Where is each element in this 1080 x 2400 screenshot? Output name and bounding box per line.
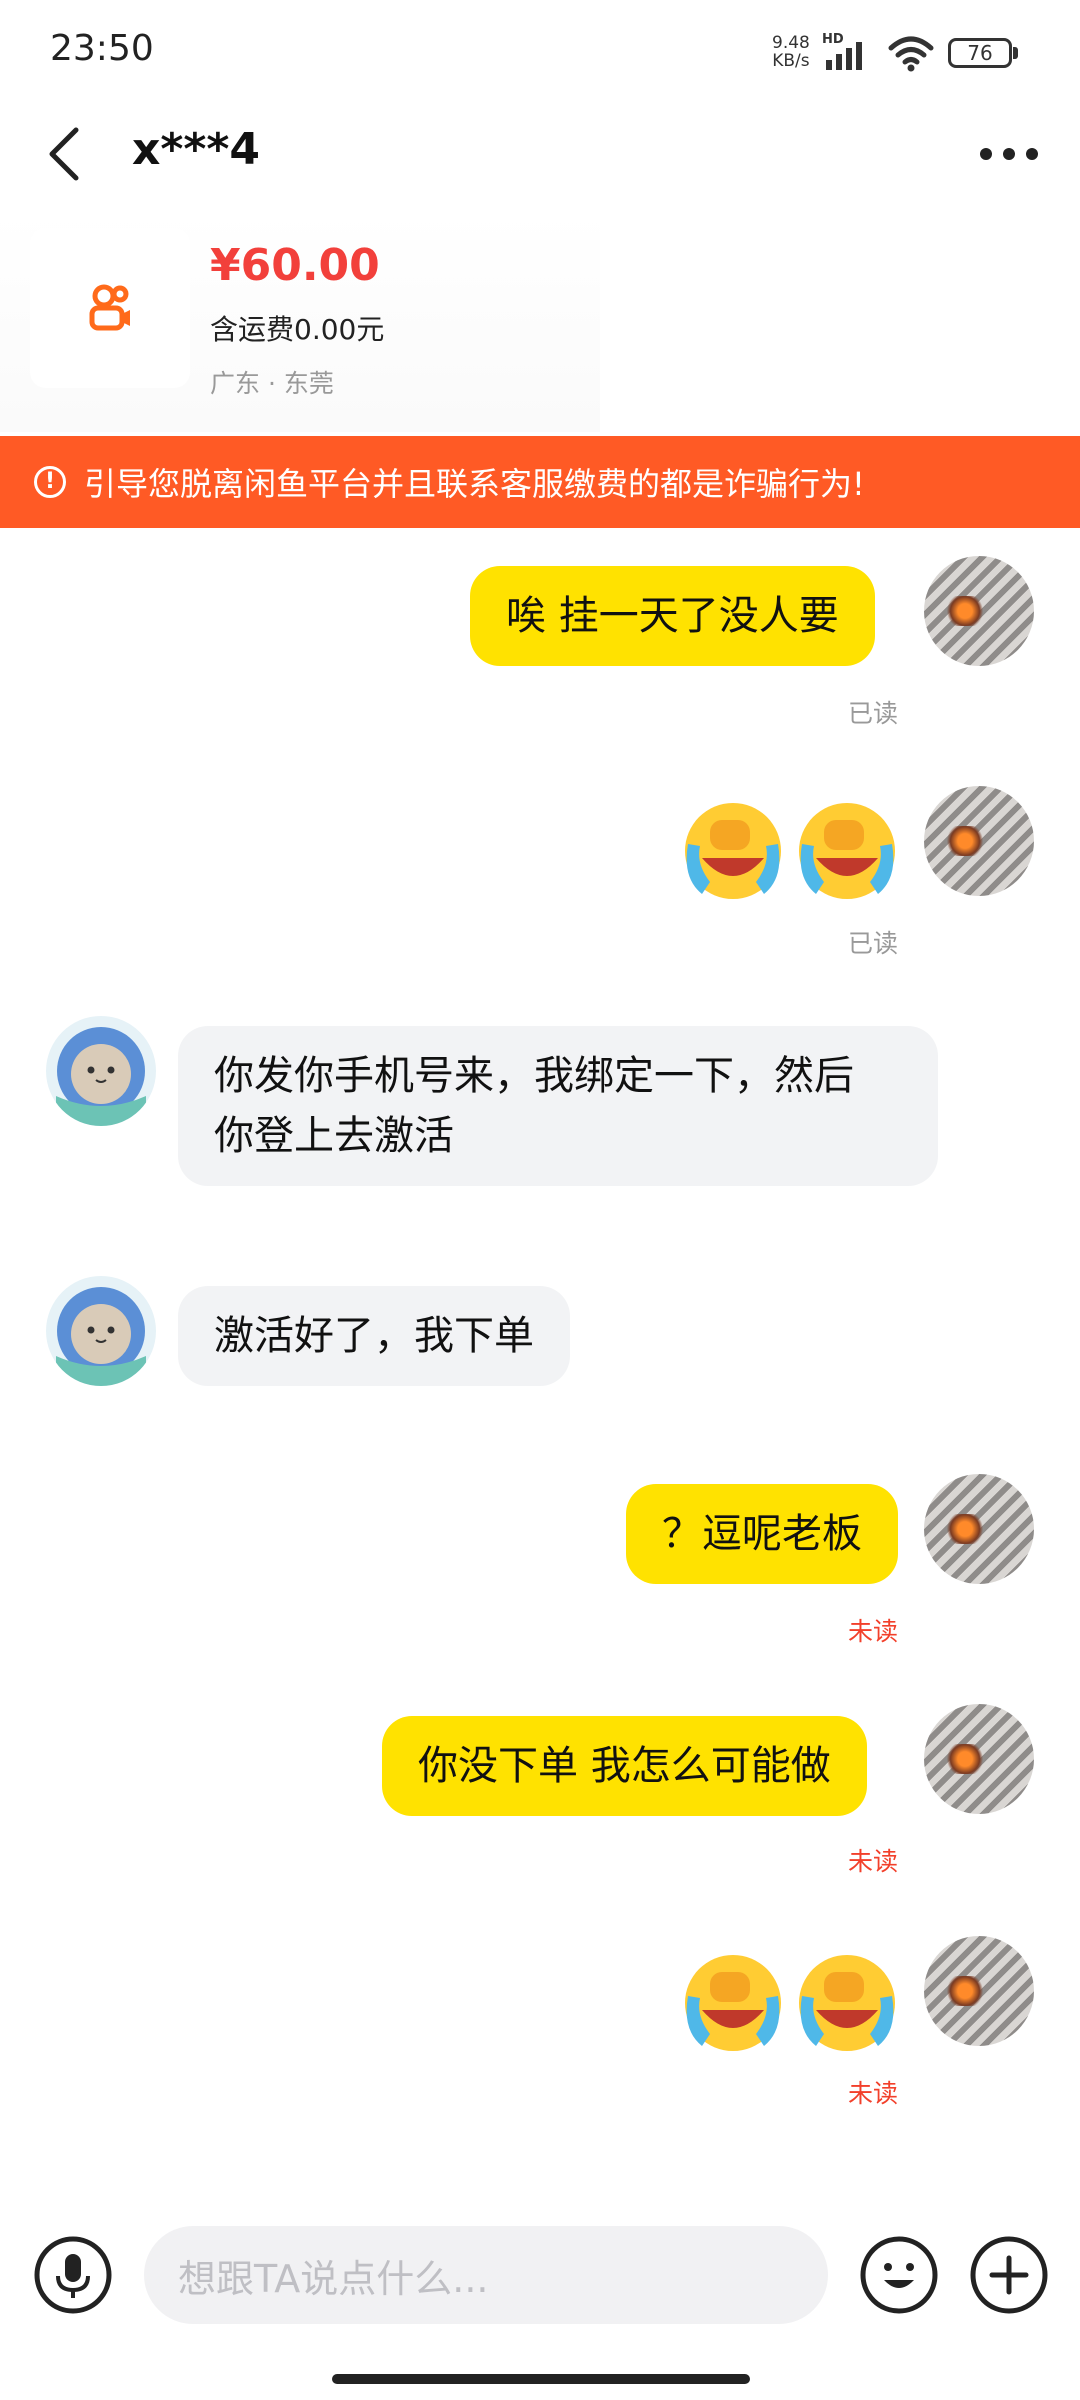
warning-text: 引导您脱离闲鱼平台并且联系客服缴费的都是诈骗行为! <box>84 465 865 503</box>
my-avatar[interactable] <box>924 556 1034 666</box>
product-location: 广东 · 东莞 <box>210 369 334 398</box>
unread-status: 未读 <box>848 2079 899 2108</box>
partner-avatar[interactable] <box>46 1276 156 1386</box>
battery-cap <box>1013 47 1018 59</box>
product-thumbnail[interactable] <box>30 228 190 388</box>
message-bubble-sent[interactable]: ？逗呢老板 <box>626 1484 898 1584</box>
laughing-crying-emoji-icon <box>685 1955 781 2051</box>
video-app-logo-icon <box>89 284 130 331</box>
emoji-message[interactable] <box>680 1950 900 2056</box>
unread-status: 未读 <box>848 1617 899 1646</box>
wifi-icon <box>888 36 934 72</box>
back-arrow-icon[interactable] <box>44 124 84 184</box>
message-bubble-sent[interactable]: 你没下单 我怎么可能做 <box>382 1716 867 1816</box>
cat-avatar-icon <box>56 1027 146 1126</box>
message-line: 你登上去激活 <box>214 1113 454 1159</box>
cat-avatar-icon <box>56 1287 146 1386</box>
message-bubble-received[interactable]: 激活好了，我下单 <box>178 1286 570 1386</box>
message-line: 你发你手机号来，我绑定一下，然后 <box>214 1053 854 1099</box>
read-status: 已读 <box>848 929 899 958</box>
battery-level: 76 <box>967 41 993 65</box>
status-time: 23:50 <box>50 28 154 69</box>
alert-icon: ! <box>34 466 66 498</box>
my-avatar[interactable] <box>924 1936 1034 2046</box>
laughing-crying-emoji-icon <box>685 803 781 899</box>
message-bubble-sent[interactable]: 唉 挂一天了没人要 <box>470 566 875 666</box>
signal-icon <box>826 42 862 70</box>
emoji-message[interactable] <box>680 798 900 904</box>
shipping-fee: 含运费0.00元 <box>210 313 385 346</box>
my-avatar[interactable] <box>924 1474 1034 1584</box>
unread-status: 未读 <box>848 1847 899 1876</box>
laughing-crying-emoji-icon <box>799 803 895 899</box>
emoji-picker-icon[interactable] <box>858 2234 940 2316</box>
network-speed: 9.48 KB/s <box>772 34 810 70</box>
add-attachment-icon[interactable] <box>968 2234 1050 2316</box>
read-status: 已读 <box>848 699 899 728</box>
more-options-icon[interactable] <box>978 144 1040 164</box>
home-indicator[interactable] <box>332 2374 750 2384</box>
network-speed-value: 9.48 <box>772 33 810 53</box>
chat-partner-name: x***4 <box>132 124 261 175</box>
my-avatar[interactable] <box>924 786 1034 896</box>
my-avatar[interactable] <box>924 1704 1034 1814</box>
laughing-crying-emoji-icon <box>799 1955 895 2051</box>
battery-indicator: 76 <box>948 38 1012 68</box>
voice-input-icon[interactable] <box>32 2234 114 2316</box>
product-price: ¥60.00 <box>210 240 380 291</box>
network-speed-unit: KB/s <box>772 51 810 71</box>
message-input[interactable]: 想跟TA说点什么... <box>144 2226 828 2324</box>
partner-avatar[interactable] <box>46 1016 156 1126</box>
message-bubble-received[interactable]: 你发你手机号来，我绑定一下，然后 你登上去激活 <box>178 1026 938 1186</box>
fraud-warning-banner: ! 引导您脱离闲鱼平台并且联系客服缴费的都是诈骗行为! <box>0 436 1080 528</box>
